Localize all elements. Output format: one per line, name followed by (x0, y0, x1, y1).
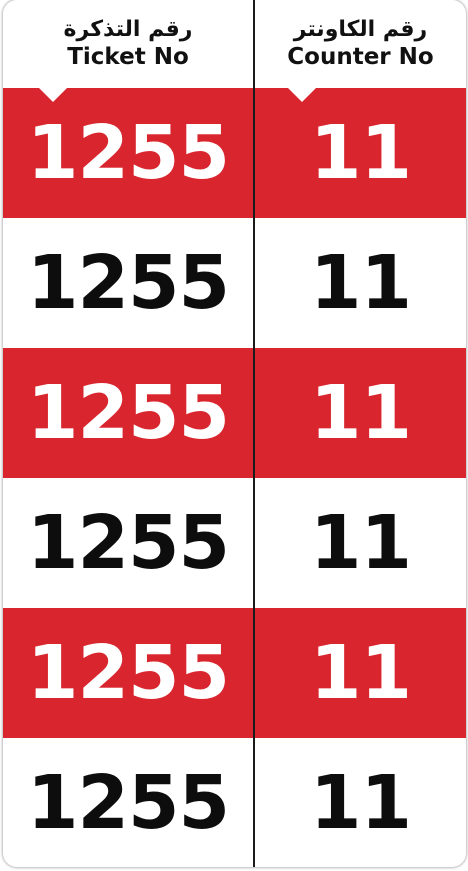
table-header: رقم التذكرة Ticket No رقم الكاونتر Count… (3, 0, 466, 88)
counter-number: 11 (310, 630, 412, 716)
counter-number: 11 (310, 370, 412, 456)
queue-rows: 1255 11 1255 11 1255 11 1255 11 1255 11 … (3, 88, 466, 867)
table-row: 1255 11 (3, 218, 466, 348)
ticket-number: 1255 (27, 630, 230, 716)
table-row: 1255 11 (3, 348, 466, 478)
ticket-header-pointer (39, 88, 67, 102)
ticket-header-arabic: رقم التذكرة (63, 17, 193, 42)
ticket-number: 1255 (27, 760, 230, 846)
column-divider (253, 0, 255, 867)
table-row: 1255 11 (3, 478, 466, 608)
counter-header-english: Counter No (287, 44, 434, 70)
counter-number: 11 (310, 500, 412, 586)
ticket-number: 1255 (27, 500, 230, 586)
table-row: 1255 11 (3, 608, 466, 738)
ticket-column-header: رقم التذكرة Ticket No (3, 0, 253, 88)
counter-header-arabic: رقم الكاونتر (293, 17, 428, 42)
counter-number: 11 (310, 110, 412, 196)
ticket-number: 1255 (27, 110, 230, 196)
table-row: 1255 11 (3, 738, 466, 867)
counter-number: 11 (310, 240, 412, 326)
counter-column-header: رقم الكاونتر Counter No (255, 0, 466, 88)
queue-display-board: رقم التذكرة Ticket No رقم الكاونتر Count… (3, 0, 466, 867)
ticket-header-english: Ticket No (67, 44, 189, 70)
table-row: 1255 11 (3, 88, 466, 218)
counter-number: 11 (310, 760, 412, 846)
ticket-number: 1255 (27, 240, 230, 326)
ticket-number: 1255 (27, 370, 230, 456)
counter-header-pointer (288, 88, 316, 102)
